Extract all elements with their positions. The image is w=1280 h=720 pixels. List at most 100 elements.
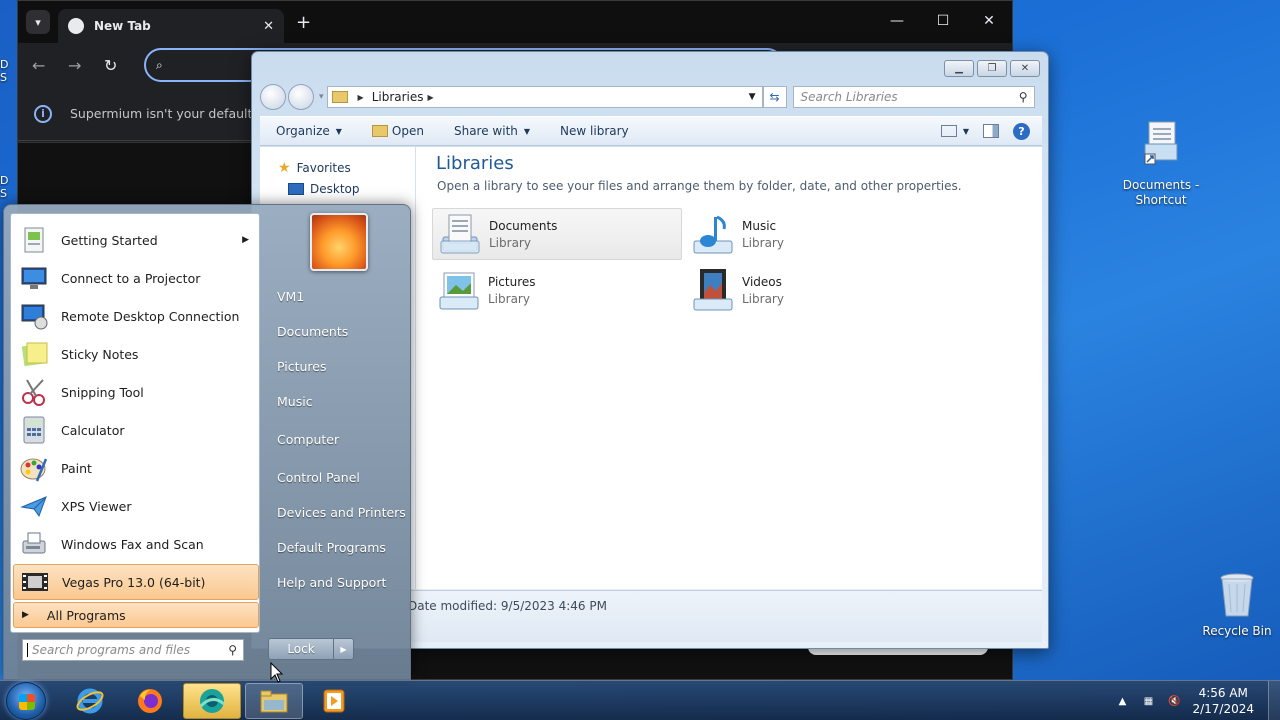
maximize-button[interactable]: ❐ xyxy=(977,60,1007,77)
minimize-button[interactable]: ▁ xyxy=(944,60,974,77)
new-library-button[interactable]: New library xyxy=(560,124,629,138)
start-link-documents[interactable]: Documents xyxy=(277,324,348,339)
share-with-button[interactable]: Share with ▼ xyxy=(454,124,530,138)
program-connect-to-a-projector[interactable]: Connect to a Projector xyxy=(13,260,259,296)
address-row: ▾ ▶ Libraries ▶ ▼ ⇆ Search Libraries ⚲ xyxy=(260,84,1040,110)
reload-icon[interactable]: ↻ xyxy=(104,56,140,75)
start-link-user[interactable]: VM1 xyxy=(277,289,304,304)
program-sticky-notes[interactable]: Sticky Notes xyxy=(13,336,259,372)
program-label: Connect to a Projector xyxy=(61,270,201,286)
organize-button[interactable]: Organize ▼ xyxy=(276,124,342,138)
taskbar-windows-explorer[interactable] xyxy=(245,683,303,719)
search-input[interactable]: Search Libraries ⚲ xyxy=(792,86,1035,108)
nav-item-desktop[interactable]: Desktop xyxy=(260,178,415,199)
close-tab-icon[interactable]: ✕ xyxy=(263,19,274,34)
library-item-pictures[interactable]: Pictures Library xyxy=(432,264,682,316)
start-link-music[interactable]: Music xyxy=(277,394,313,409)
text-cursor xyxy=(27,643,28,657)
clock-date: 2/17/2024 xyxy=(1192,702,1254,716)
show-desktop-button[interactable] xyxy=(1268,681,1280,720)
all-programs-label: All Programs xyxy=(46,607,126,623)
program-label: Vegas Pro 13.0 (64-bit) xyxy=(62,574,206,590)
start-link-control-panel[interactable]: Control Panel xyxy=(277,470,360,485)
program-label: Paint xyxy=(61,460,92,476)
nav-item-favorites[interactable]: ★ Favorites xyxy=(260,157,415,178)
library-item-music[interactable]: Music Library xyxy=(686,208,936,260)
media-player-icon xyxy=(323,689,345,713)
address-bar[interactable]: ▶ Libraries ▶ ▼ xyxy=(326,86,763,108)
desktop-icon-recycle-bin[interactable]: Recycle Bin xyxy=(1189,570,1280,639)
start-link-pictures[interactable]: Pictures xyxy=(277,359,327,374)
start-button[interactable] xyxy=(6,682,46,720)
program-calculator[interactable]: Calculator xyxy=(13,412,259,448)
start-link-computer[interactable]: Computer xyxy=(277,432,339,447)
remote-desktop-icon xyxy=(21,304,48,330)
volume-muted-icon[interactable]: 🔇 xyxy=(1166,693,1182,709)
program-xps-viewer[interactable]: XPS Viewer xyxy=(13,488,259,524)
forward-button[interactable] xyxy=(288,84,314,110)
nav-item-label: Favorites xyxy=(296,160,351,175)
minimize-button[interactable]: — xyxy=(874,1,920,41)
maximize-button[interactable]: ☐ xyxy=(920,1,966,41)
new-tab-button[interactable]: + xyxy=(296,12,311,33)
paint-palette-icon xyxy=(20,458,48,482)
close-button[interactable]: ✕ xyxy=(966,1,1012,41)
refresh-button[interactable]: ⇆ xyxy=(762,86,787,108)
start-link-devices-and-printers[interactable]: Devices and Printers xyxy=(277,505,406,520)
breadcrumb[interactable]: Libraries xyxy=(372,90,424,104)
lock-button[interactable]: Lock xyxy=(268,638,334,660)
user-avatar[interactable] xyxy=(310,213,368,271)
desktop-icon-documents-shortcut[interactable]: Documents - Shortcut xyxy=(1113,120,1209,208)
film-strip-icon xyxy=(22,573,48,591)
preview-pane-icon[interactable] xyxy=(983,124,999,138)
chevron-right-icon[interactable]: ▶ xyxy=(358,93,364,102)
change-view-button[interactable]: ▼ xyxy=(940,125,969,137)
shutdown-options-button[interactable]: ▶ xyxy=(334,638,354,660)
tab-search-button[interactable]: ▾ xyxy=(26,10,50,34)
show-hidden-icons-icon[interactable]: ▲ xyxy=(1114,693,1130,709)
program-windows-fax-and-scan[interactable]: Windows Fax and Scan xyxy=(13,526,259,562)
start-link-help-and-support[interactable]: Help and Support xyxy=(277,575,386,590)
all-programs-button[interactable]: ▶ All Programs xyxy=(13,602,259,628)
search-icon: ⚲ xyxy=(228,643,237,657)
program-vegas-pro[interactable]: Vegas Pro 13.0 (64-bit) xyxy=(13,564,259,600)
close-button[interactable]: ✕ xyxy=(1010,60,1040,77)
taskbar-media-player[interactable] xyxy=(305,683,363,719)
program-paint[interactable]: Paint xyxy=(13,450,259,486)
library-type: Library xyxy=(488,291,530,306)
back-icon[interactable]: ← xyxy=(32,56,68,75)
recent-pages-dropdown[interactable]: ▾ xyxy=(319,92,324,102)
tab-title: New Tab xyxy=(94,19,151,33)
taskbar-firefox[interactable] xyxy=(121,683,179,719)
taskbar-supermium[interactable] xyxy=(183,683,241,719)
chevron-down-icon[interactable]: ▼ xyxy=(749,92,756,102)
network-icon[interactable]: ▦ xyxy=(1140,693,1156,709)
content-pane: Libraries Open a library to see your fil… xyxy=(416,147,1042,589)
library-item-videos[interactable]: Videos Library xyxy=(686,264,936,316)
date-modified: Date modified: 9/5/2023 4:46 PM xyxy=(408,599,607,613)
program-label: Getting Started xyxy=(61,232,158,248)
program-getting-started[interactable]: Getting Started ▶ xyxy=(13,222,259,258)
document-icon xyxy=(1144,121,1178,165)
taskbar: ▲ ▦ 🔇 4:56 AM 2/17/2024 xyxy=(0,680,1280,720)
start-search-input[interactable]: Search programs and files ⚲ xyxy=(22,639,244,661)
chevron-right-icon[interactable]: ▶ xyxy=(428,93,434,102)
library-item-documents[interactable]: Documents Library xyxy=(432,208,682,260)
xps-viewer-icon xyxy=(20,496,47,518)
clock[interactable]: 4:56 AM 2/17/2024 xyxy=(1192,685,1254,717)
page-subtitle: Open a library to see your files and arr… xyxy=(437,179,962,193)
browser-window-controls: — ☐ ✕ xyxy=(874,1,1012,41)
program-snipping-tool[interactable]: Snipping Tool xyxy=(13,374,259,410)
taskbar-internet-explorer[interactable] xyxy=(61,683,119,719)
desktop-icon-label: Recycle Bin xyxy=(1202,624,1272,638)
forward-icon[interactable]: → xyxy=(68,56,104,75)
desktop-icon-label: Documents - Shortcut xyxy=(1122,178,1200,207)
tab-new-tab[interactable]: New Tab ✕ xyxy=(58,9,284,43)
library-type: Library xyxy=(489,235,531,250)
back-button[interactable] xyxy=(260,84,286,110)
help-icon[interactable]: ? xyxy=(1013,122,1030,140)
program-remote-desktop-connection[interactable]: Remote Desktop Connection xyxy=(13,298,259,334)
start-link-default-programs[interactable]: Default Programs xyxy=(277,540,386,555)
start-menu-programs: Getting Started ▶ Connect to a Projector… xyxy=(10,213,260,633)
open-button[interactable]: Open xyxy=(371,124,424,138)
